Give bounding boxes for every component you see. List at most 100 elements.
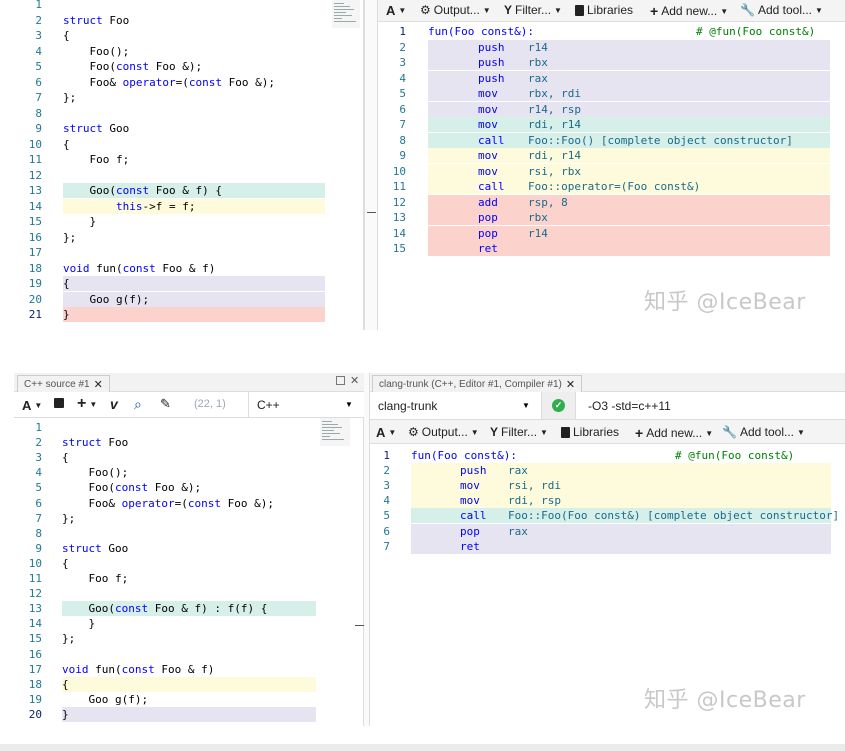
asm-line-number: 8: [399, 133, 406, 147]
code-line[interactable]: Goo g(f);: [62, 692, 148, 707]
code-line[interactable]: Goo g(f);: [63, 292, 149, 307]
asm-line-number: 1: [383, 449, 390, 462]
add-pane-button[interactable]: + ▼: [77, 395, 97, 413]
search-button[interactable]: ⌕: [134, 396, 142, 413]
code-line[interactable]: Foo();: [63, 44, 129, 59]
line-number: 10: [28, 137, 42, 151]
bottom-minimap[interactable]: [320, 418, 350, 446]
code-line[interactable]: Goo(const Foo & f) {: [63, 183, 221, 198]
asm-operands: rsi, rdi: [508, 479, 561, 493]
vim-button[interactable]: v: [110, 396, 118, 412]
code-line[interactable]: {: [62, 677, 69, 692]
asm-line-number: 14: [392, 226, 406, 240]
libraries-button[interactable]: Libraries: [575, 3, 633, 17]
compile-status-button[interactable]: ✓: [542, 392, 576, 419]
add-new-button[interactable]: + Add new... ▼: [635, 425, 713, 441]
asm-opcode: push: [478, 56, 505, 69]
code-line[interactable]: Foo& operator=(const Foo &);: [62, 496, 273, 511]
code-line[interactable]: Foo f;: [62, 571, 128, 586]
language-select[interactable]: C++ ▼: [248, 392, 360, 417]
check-circle-icon: ✓: [552, 399, 565, 412]
line-number: 9: [35, 541, 42, 555]
line-number: 15: [28, 215, 42, 228]
code-line[interactable]: Foo& operator=(const Foo &);: [63, 75, 274, 90]
code-line[interactable]: };: [62, 511, 75, 526]
line-number: 14: [28, 199, 42, 213]
code-line[interactable]: }: [63, 307, 70, 322]
compiler-tab-strip: clang-trunk (C++, Editor #1, Compiler #1…: [370, 373, 845, 393]
wrench-icon: 🔧: [740, 3, 755, 17]
add-tool-button[interactable]: 🔧 Add tool... ▼: [740, 3, 823, 17]
asm-operands: Foo::Foo(Foo const&) [complete object co…: [508, 509, 840, 523]
code-line[interactable]: }: [63, 214, 96, 229]
code-line[interactable]: this->f = f;: [63, 199, 195, 214]
plus-icon: +: [650, 3, 659, 19]
asm-line-number: 5: [399, 87, 406, 100]
line-number: 9: [35, 122, 42, 135]
output-button[interactable]: ⚙ Output... ▼: [420, 3, 491, 17]
book-icon: [561, 426, 570, 438]
code-line[interactable]: }: [62, 616, 95, 631]
code-line[interactable]: {: [63, 28, 70, 43]
asm-operands: rdi, r14: [528, 118, 581, 131]
maximize-icon[interactable]: [336, 376, 345, 385]
caret-down-icon: ▼: [398, 6, 407, 15]
watermark: 知乎 @IceBear: [644, 688, 806, 713]
libraries-button[interactable]: Libraries: [561, 425, 619, 439]
plus-icon: +: [635, 425, 644, 441]
code-line[interactable]: Goo(const Foo & f) : f(f) {: [62, 601, 267, 616]
top-splitter[interactable]: [364, 0, 378, 330]
bottom-compiler-toolbar: A ▼ ⚙ Output... ▼ Y Filter... ▼ Libraries + Ad…: [370, 420, 845, 444]
line-number: 2: [35, 436, 42, 450]
line-number: 17: [28, 662, 42, 676]
pin-button[interactable]: ✎: [160, 396, 171, 412]
tab-compiler[interactable]: clang-trunk (C++, Editor #1, Compiler #1…: [372, 375, 583, 393]
compiler-flags-input[interactable]: -O3 -std=c++11: [576, 392, 845, 419]
code-line[interactable]: struct Goo: [62, 541, 128, 556]
compiler-select-row: clang-trunk ▼ ✓ -O3 -std=c++11: [370, 392, 845, 420]
close-icon[interactable]: ✕: [566, 378, 575, 391]
code-line[interactable]: {: [62, 450, 69, 465]
compiler-select[interactable]: clang-trunk ▼: [370, 392, 542, 419]
close-icon[interactable]: ✕: [94, 378, 103, 391]
asm-opcode: mov: [478, 102, 498, 116]
line-number: 12: [28, 587, 42, 601]
code-line[interactable]: void fun(const Foo & f): [62, 662, 214, 677]
code-line[interactable]: Foo(const Foo &);: [63, 59, 202, 74]
code-line[interactable]: };: [62, 631, 75, 646]
add-new-button[interactable]: + Add new... ▼: [650, 3, 728, 19]
code-line[interactable]: Foo();: [62, 465, 128, 480]
caret-down-icon: ▼: [470, 427, 479, 437]
code-line[interactable]: {: [63, 276, 70, 291]
filter-button[interactable]: Y Filter... ▼: [504, 3, 562, 17]
save-button[interactable]: [54, 398, 64, 408]
code-line[interactable]: };: [63, 230, 76, 245]
font-size-button[interactable]: A ▼: [386, 3, 406, 18]
font-size-button[interactable]: A ▼: [376, 425, 396, 440]
code-line[interactable]: struct Foo: [62, 435, 128, 450]
code-line[interactable]: void fun(const Foo & f): [63, 261, 215, 276]
code-line[interactable]: }: [62, 707, 69, 722]
add-tool-button[interactable]: 🔧 Add tool... ▼: [722, 425, 805, 439]
top-minimap[interactable]: [332, 0, 360, 28]
asm-line-number: 3: [399, 56, 406, 69]
line-number: 3: [35, 451, 42, 465]
watermark: 知乎 @IceBear: [644, 290, 806, 315]
asm-comment: # @fun(Foo const&): [675, 449, 795, 462]
code-line[interactable]: {: [63, 137, 70, 152]
tab-source[interactable]: C++ source #1 ✕: [17, 375, 110, 393]
filter-button[interactable]: Y Filter... ▼: [490, 425, 548, 439]
code-line[interactable]: };: [63, 90, 76, 105]
font-size-button[interactable]: A ▼: [22, 398, 42, 413]
code-line[interactable]: struct Goo: [63, 121, 129, 136]
code-line[interactable]: Foo(const Foo &);: [62, 480, 201, 495]
line-number: 7: [35, 91, 42, 104]
output-button[interactable]: ⚙ Output... ▼: [408, 425, 479, 439]
top-source-editor[interactable]: 1 2 struct Foo 3{4 Foo(); 5 Foo(const Foo &)…: [14, 0, 364, 330]
bottom-source-editor[interactable]: 1 2 struct Foo 3{4 Foo(); 5 Foo(const Foo &)…: [14, 418, 364, 726]
code-line[interactable]: Foo f;: [63, 152, 129, 167]
asm-operands: rdi, r14: [528, 149, 581, 162]
code-line[interactable]: struct Foo: [63, 13, 129, 28]
code-line[interactable]: {: [62, 556, 69, 571]
close-icon[interactable]: ✕: [350, 374, 359, 387]
